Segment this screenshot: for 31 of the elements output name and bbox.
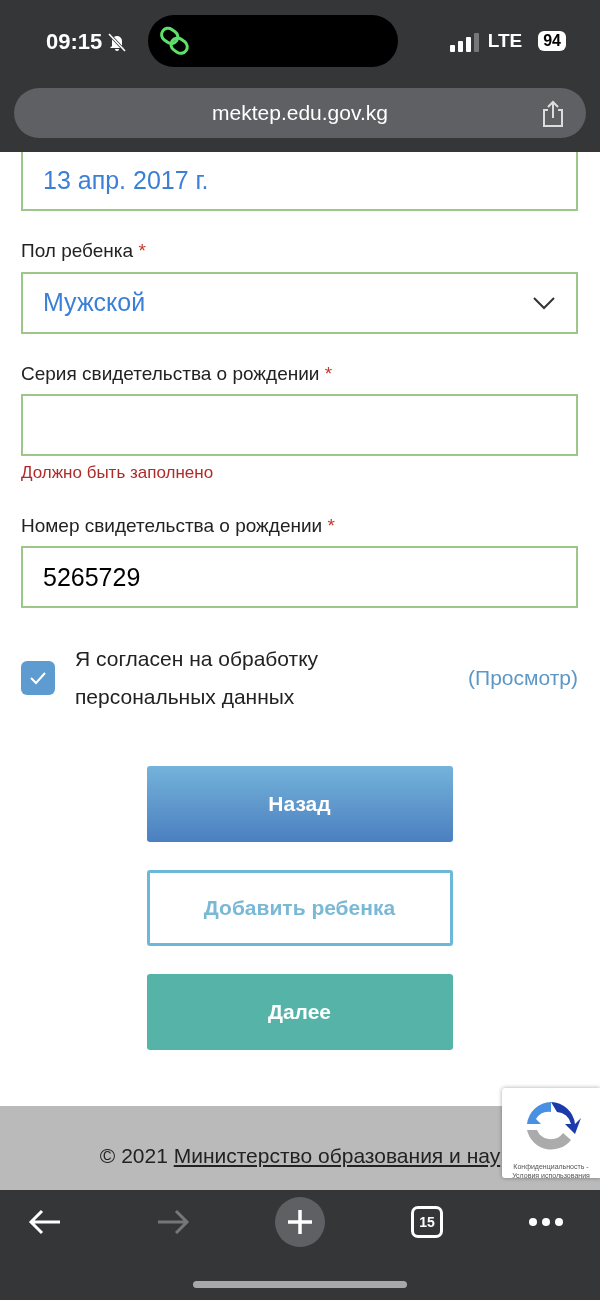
consent-checkbox[interactable] <box>21 661 55 695</box>
share-icon[interactable] <box>540 100 566 128</box>
required-mark: * <box>327 514 335 536</box>
tab-count[interactable]: 15 <box>411 1206 443 1238</box>
field-label: Пол ребенка * <box>21 239 147 263</box>
required-mark: * <box>324 362 333 384</box>
network-label: LTE <box>487 28 523 53</box>
date-field[interactable]: 13 апр. 2017 г. <box>21 152 578 211</box>
next-button[interactable]: Далее <box>146 974 453 1050</box>
error-message: Должно быть заполнено <box>21 462 215 484</box>
chevron-down-icon <box>532 295 556 310</box>
url-text: mektep.edu.gov.kg <box>212 100 388 127</box>
ministry-link[interactable]: Министерство образования и нау <box>173 1144 501 1167</box>
clock-time: 09:15 <box>46 27 103 56</box>
field-label: Серия свидетельства о рождении * <box>21 361 334 386</box>
text-field[interactable]: 5265729 <box>21 546 578 608</box>
more-icon[interactable] <box>528 1217 564 1227</box>
consent-text: Я согласен на обработку персональных данных <box>75 646 320 710</box>
check-icon <box>29 671 47 685</box>
view-link[interactable]: (Просмотр) <box>468 662 578 694</box>
required-mark: * <box>138 240 146 261</box>
gender-select[interactable]: Мужской <box>21 271 578 334</box>
address-bar[interactable]: mektep.edu.gov.kg <box>14 88 586 138</box>
text-field[interactable] <box>21 394 578 456</box>
add-child-button[interactable]: Добавить ребенка <box>146 870 453 946</box>
field-label: Номер свидетельства о рождении * <box>21 513 336 538</box>
battery-level: 94 <box>538 31 566 51</box>
new-tab-icon[interactable] <box>275 1197 325 1247</box>
back-arrow-icon[interactable] <box>28 1208 62 1236</box>
back-button[interactable]: Назад <box>146 766 453 842</box>
copyright-text: © 2021 <box>99 1144 169 1167</box>
